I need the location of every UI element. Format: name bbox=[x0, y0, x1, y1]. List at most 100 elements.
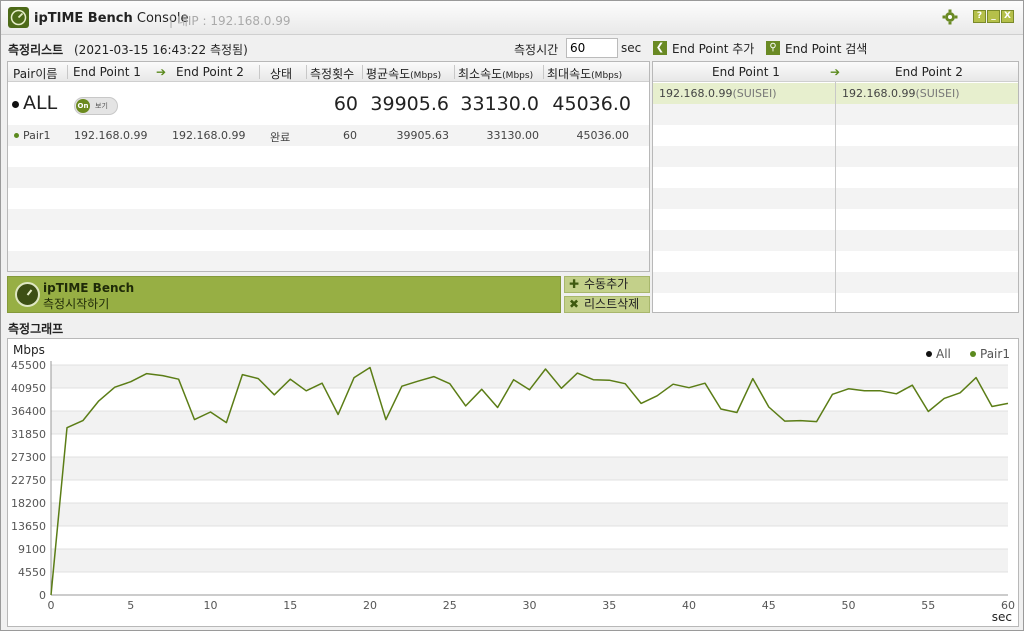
ep-row-ep1-ip: 192.168.0.99 bbox=[659, 87, 733, 100]
y-tick-label: 27300 bbox=[11, 451, 46, 464]
start-bench-button[interactable]: ipTIME Bench 측정시작하기 bbox=[7, 276, 561, 313]
header-pair[interactable]: Pair이름 bbox=[13, 65, 57, 82]
x-tick-label: 30 bbox=[523, 599, 537, 612]
y-axis-label: Mbps bbox=[13, 343, 45, 357]
chevron-left-icon: ❮ bbox=[653, 41, 667, 55]
header-count[interactable]: 측정횟수 bbox=[310, 65, 354, 82]
pair-ep1: 192.168.0.99 bbox=[74, 129, 148, 142]
list-section-title: 측정리스트 bbox=[8, 43, 64, 57]
x-tick-label: 45 bbox=[762, 599, 776, 612]
title-bar: ipTIME Bench Console | 내IP : 192.168.0.9… bbox=[1, 1, 1023, 35]
header-max[interactable]: 최대속도(Mbps) bbox=[547, 65, 622, 82]
y-tick-label: 9100 bbox=[18, 543, 46, 556]
y-tick-label: 4550 bbox=[18, 566, 46, 579]
x-axis-label: sec bbox=[992, 610, 1012, 624]
endpoint-list-header: End Point 1 ➔ End Point 2 bbox=[653, 62, 1018, 82]
search-endpoint-label: End Point 검색 bbox=[785, 42, 868, 56]
my-ip-label: | 내IP : 192.168.0.99 bbox=[169, 14, 291, 28]
ep-header-2[interactable]: End Point 2 bbox=[895, 65, 963, 79]
all-avg: 39905.6 bbox=[370, 93, 449, 115]
all-max: 45036.0 bbox=[552, 93, 631, 115]
duration-input[interactable] bbox=[566, 38, 618, 58]
legend-label: All bbox=[936, 347, 951, 361]
pair-count: 60 bbox=[343, 129, 357, 142]
header-avg-label: 평균속도 bbox=[366, 67, 411, 81]
x-tick-label: 15 bbox=[283, 599, 297, 612]
endpoint-list: End Point 1 ➔ End Point 2 192.168.0.99(S… bbox=[652, 61, 1019, 313]
x-tick-label: 55 bbox=[921, 599, 935, 612]
y-tick-label: 13650 bbox=[11, 520, 46, 533]
manual-add-label: 수동추가 bbox=[584, 277, 629, 291]
empty-row bbox=[8, 167, 649, 188]
app-title-bold: ipTIME Bench bbox=[34, 11, 133, 26]
table-row[interactable]: Pair1 192.168.0.99 192.168.0.99 완료 60 39… bbox=[8, 125, 649, 146]
help-button[interactable]: ? bbox=[973, 10, 986, 23]
pair-min: 33130.00 bbox=[486, 129, 540, 142]
ep-row-ep1: 192.168.0.99(SUISEI) bbox=[659, 87, 777, 100]
grid-band bbox=[51, 457, 1008, 480]
y-tick-label: 36400 bbox=[11, 405, 46, 418]
pair-dot-icon bbox=[14, 133, 19, 138]
grid-band bbox=[51, 365, 1008, 388]
close-button[interactable]: X bbox=[1001, 10, 1014, 23]
empty-row bbox=[8, 188, 649, 209]
graph-section-title: 측정그래프 bbox=[8, 322, 64, 336]
add-endpoint-button[interactable]: ❮ End Point 추가 bbox=[653, 40, 754, 56]
ep-header-1[interactable]: End Point 1 bbox=[712, 65, 780, 79]
x-tick-label: 5 bbox=[127, 599, 134, 612]
empty-row bbox=[8, 230, 649, 251]
toggle-knob: On bbox=[76, 99, 90, 113]
minimize-button[interactable]: _ bbox=[987, 10, 1000, 23]
x-tick-label: 25 bbox=[443, 599, 457, 612]
speedometer-icon bbox=[15, 282, 40, 307]
x-tick-label: 50 bbox=[842, 599, 856, 612]
measured-timestamp: (2021-03-15 16:43:22 측정됨) bbox=[74, 43, 248, 57]
header-avg[interactable]: 평균속도(Mbps) bbox=[366, 65, 441, 82]
throughput-chart: 0455091001365018200227502730031850364004… bbox=[11, 343, 1015, 624]
y-tick-label: 22750 bbox=[11, 474, 46, 487]
throughput-chart-panel: 0 4550 9100 13650 18200 22750 27300 31850 36400 4… bbox=[7, 338, 1019, 627]
empty-row bbox=[8, 146, 649, 167]
ep-row-ep2-ip: 192.168.0.99 bbox=[842, 87, 916, 100]
toggle-label: 보기 bbox=[95, 102, 108, 110]
x-tick-label: 40 bbox=[682, 599, 696, 612]
all-min: 33130.0 bbox=[460, 93, 539, 115]
header-ep1[interactable]: End Point 1 bbox=[73, 65, 141, 79]
settings-gear-icon[interactable] bbox=[942, 9, 958, 28]
header-ep2[interactable]: End Point 2 bbox=[176, 65, 244, 79]
ep-row-ep2: 192.168.0.99(SUISEI) bbox=[842, 87, 960, 100]
duration-label: 측정시간 bbox=[514, 43, 559, 57]
pair-status: 완료 bbox=[270, 131, 291, 144]
app-logo-icon bbox=[8, 7, 29, 28]
arrow-right-icon: ➔ bbox=[830, 65, 841, 79]
plus-icon: ✚ bbox=[569, 277, 580, 291]
list-header: Pair이름 End Point 1 ➔ End Point 2 상태 측정횟수… bbox=[8, 62, 649, 82]
show-all-toggle[interactable]: On 보기 bbox=[74, 97, 118, 115]
pair-ep2: 192.168.0.99 bbox=[172, 129, 246, 142]
grid-band bbox=[51, 503, 1008, 526]
column-divider bbox=[835, 82, 836, 312]
ep-row-ep1-host: (SUISEI) bbox=[732, 87, 777, 100]
measurement-list: Pair이름 End Point 1 ➔ End Point 2 상태 측정횟수… bbox=[7, 61, 650, 272]
header-min[interactable]: 최소속도(Mbps) bbox=[458, 65, 533, 82]
delete-list-button[interactable]: ✖ 리스트삭제 bbox=[564, 296, 650, 313]
pair-avg: 39905.63 bbox=[396, 129, 450, 142]
all-summary-row[interactable]: ALL On 보기 60 39905.6 33130.0 45036.0 bbox=[8, 83, 649, 125]
header-min-label: 최소속도 bbox=[458, 67, 503, 81]
delete-list-label: 리스트삭제 bbox=[584, 297, 640, 311]
header-avg-unit: (Mbps) bbox=[410, 71, 442, 81]
header-status[interactable]: 상태 bbox=[270, 65, 292, 82]
header-min-unit: (Mbps) bbox=[502, 71, 534, 81]
x-tick-label: 20 bbox=[363, 599, 377, 612]
empty-row bbox=[8, 251, 649, 271]
add-endpoint-label: End Point 추가 bbox=[672, 42, 755, 56]
app-window: ipTIME Bench Console | 내IP : 192.168.0.9… bbox=[0, 0, 1024, 631]
pair-name: Pair1 bbox=[23, 129, 51, 142]
manual-add-button[interactable]: ✚ 수동추가 bbox=[564, 276, 650, 293]
x-tick-label: 35 bbox=[602, 599, 616, 612]
y-tick-label: 0 bbox=[39, 589, 46, 602]
search-endpoint-button[interactable]: ⚲ End Point 검색 bbox=[766, 40, 867, 56]
search-icon: ⚲ bbox=[766, 41, 780, 55]
app-title: ipTIME Bench Console bbox=[34, 11, 189, 26]
x-tick-label: 10 bbox=[204, 599, 218, 612]
